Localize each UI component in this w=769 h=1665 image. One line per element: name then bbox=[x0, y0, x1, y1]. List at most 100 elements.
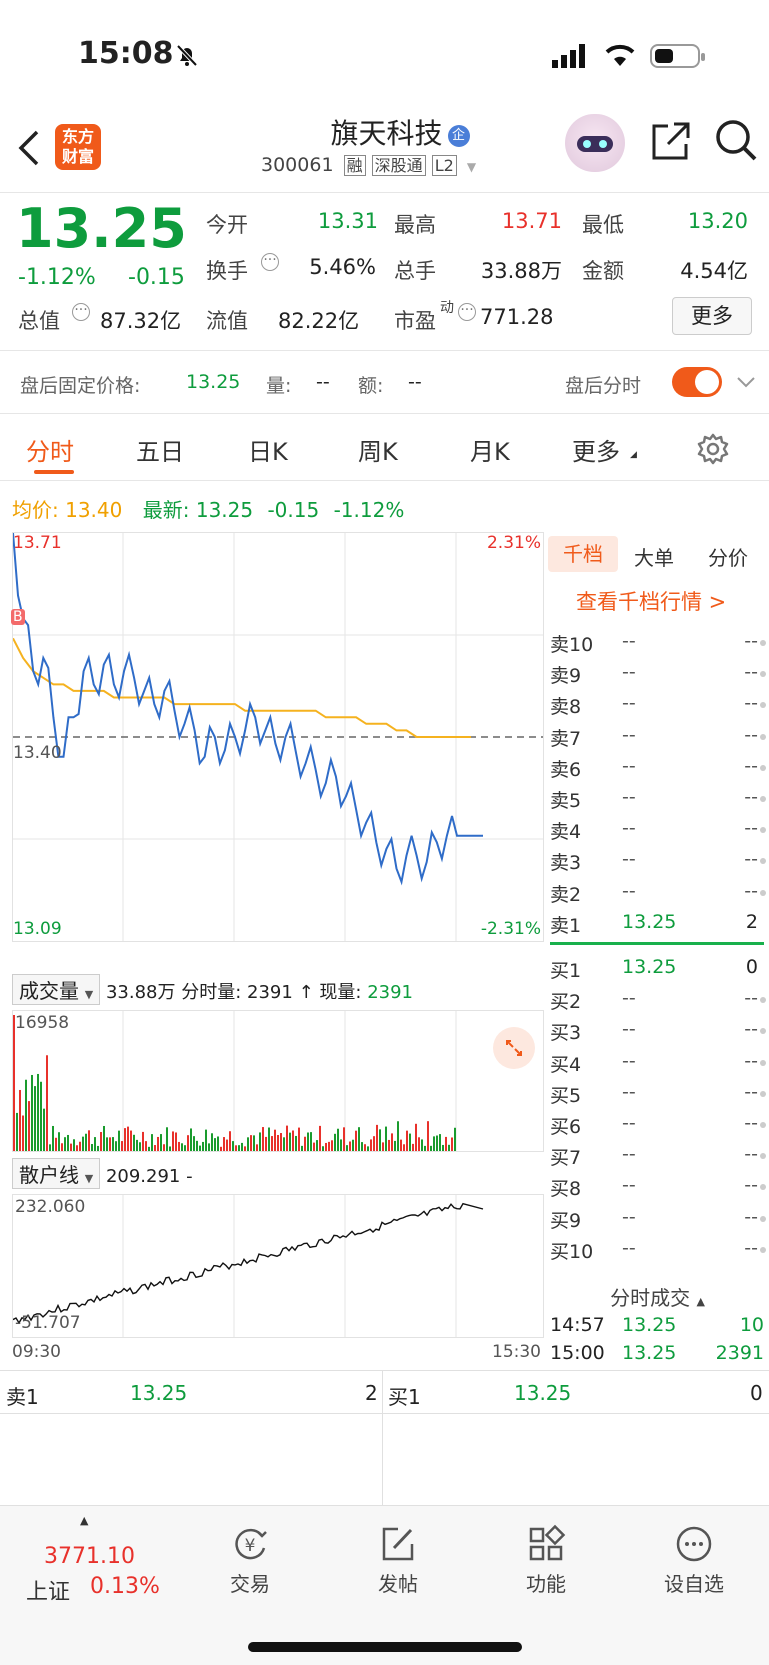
book-volume: -- bbox=[744, 879, 758, 902]
logo-text-1: 东方 bbox=[61, 127, 94, 146]
app-logo[interactable]: 东方 财富 bbox=[55, 124, 101, 170]
more-button[interactable]: 更多 bbox=[672, 297, 752, 335]
tab-weekly-k[interactable]: 周K bbox=[358, 432, 398, 467]
chart-bottom-price: 13.09 bbox=[13, 919, 62, 939]
volume-selector[interactable]: 成交量 ▼ bbox=[12, 974, 101, 1005]
volume-bar bbox=[121, 1141, 123, 1151]
volume-bar bbox=[301, 1145, 303, 1151]
index-ticker[interactable]: ▲ 3771.10 上证 0.13% bbox=[20, 1514, 170, 1605]
home-indicator bbox=[248, 1642, 522, 1652]
volume-bar bbox=[94, 1137, 96, 1151]
dot-icon bbox=[760, 1215, 766, 1222]
tab-monthly-k[interactable]: 月K bbox=[470, 432, 510, 467]
volume-bar bbox=[403, 1144, 405, 1151]
tab-fenjia[interactable]: 分价 bbox=[708, 542, 748, 571]
tab-daily-k[interactable]: 日K bbox=[248, 432, 288, 467]
tag-rong: 融 bbox=[343, 155, 366, 176]
volume-bar bbox=[406, 1130, 408, 1151]
volume-bar bbox=[64, 1137, 66, 1151]
volume-bar bbox=[43, 1108, 45, 1151]
volume-bar bbox=[214, 1138, 216, 1151]
volume-bar bbox=[394, 1140, 396, 1151]
qiandang-link[interactable]: 查看千档行情 > bbox=[576, 586, 726, 616]
volume-bar bbox=[400, 1139, 402, 1151]
share-icon[interactable] bbox=[650, 120, 692, 162]
volume-bar bbox=[322, 1146, 324, 1151]
chart-top-pct: 2.31% bbox=[486, 533, 541, 553]
book-row: 卖7 -- -- bbox=[550, 722, 766, 752]
volume-chart[interactable]: 16958 bbox=[12, 1010, 544, 1152]
book-volume: -- bbox=[744, 848, 758, 871]
avg-label: 均价: bbox=[12, 498, 59, 522]
volume-bar bbox=[154, 1145, 156, 1151]
volume-bar bbox=[229, 1131, 231, 1151]
dot-icon bbox=[760, 997, 766, 1004]
info-icon[interactable]: ··· bbox=[72, 303, 90, 321]
float-value: 82.22亿 bbox=[278, 309, 360, 333]
expand-icon[interactable] bbox=[493, 1027, 535, 1069]
book-row: 卖4 -- -- bbox=[550, 815, 766, 845]
volume-bar bbox=[217, 1136, 219, 1151]
index-value: 3771.10 bbox=[44, 1544, 135, 1569]
trades-title-row[interactable]: 分时成交 ▲ bbox=[546, 1282, 769, 1311]
info-icon[interactable]: ··· bbox=[458, 303, 476, 321]
trade-row: 15:00 13.25 2391 bbox=[550, 1342, 764, 1370]
robot-avatar-icon[interactable] bbox=[565, 114, 625, 172]
index-pct: 0.13% bbox=[90, 1574, 160, 1599]
stock-code-row: 300061 融 深股通 L2 ▼ bbox=[261, 152, 476, 176]
dropdown-caret-icon[interactable]: ▼ bbox=[467, 160, 476, 174]
volume-bar bbox=[445, 1136, 447, 1151]
dot-icon bbox=[760, 1153, 766, 1160]
high-label: 最高 bbox=[394, 213, 436, 237]
tab-more[interactable]: 更多 bbox=[572, 432, 620, 467]
volume-bar bbox=[196, 1140, 198, 1151]
book-level-label: 买2 bbox=[550, 991, 582, 1014]
retail-selector[interactable]: 散户线 ▼ bbox=[12, 1158, 101, 1189]
back-arrow-icon[interactable] bbox=[18, 130, 40, 166]
book-row: 买8 -- -- bbox=[550, 1172, 766, 1202]
volume-bar bbox=[256, 1144, 258, 1151]
tab-dadan[interactable]: 大单 bbox=[634, 542, 674, 571]
nav-trade[interactable]: ¥ 交易 bbox=[210, 1524, 290, 1597]
volume-bar bbox=[442, 1144, 444, 1151]
book-level-label: 买7 bbox=[550, 1147, 582, 1170]
turnover-value: 5.46% bbox=[309, 255, 376, 279]
nav-function[interactable]: 功能 bbox=[506, 1524, 586, 1597]
tab-qiandang[interactable]: 千档 bbox=[548, 536, 618, 572]
after-hours-bar: 盘后固定价格: 13.25 量: -- 额: -- 盘后分时 bbox=[0, 351, 769, 413]
book-price: -- bbox=[622, 848, 636, 871]
volume-bar bbox=[268, 1127, 270, 1151]
low-label: 最低 bbox=[582, 213, 624, 237]
book-volume: 0 bbox=[745, 956, 758, 978]
volume-bar bbox=[286, 1125, 288, 1151]
volume-bar bbox=[346, 1145, 348, 1151]
amount-label: 金额 bbox=[582, 259, 624, 283]
price-chart[interactable]: 13.71 2.31% 13.40 13.09 -2.31% B bbox=[11, 532, 544, 942]
info-icon[interactable]: ··· bbox=[261, 253, 279, 271]
nav-watchlist[interactable]: 设自选 bbox=[654, 1524, 734, 1597]
volume-bar bbox=[325, 1142, 327, 1151]
nav-post[interactable]: 发帖 bbox=[358, 1524, 438, 1597]
buy-marker[interactable]: B bbox=[11, 609, 25, 625]
trade-price: 13.25 bbox=[622, 1314, 677, 1336]
settings-gear-icon[interactable] bbox=[696, 432, 730, 466]
dot-icon bbox=[760, 1028, 766, 1035]
volume-bar bbox=[16, 1112, 18, 1151]
volume-bar bbox=[265, 1136, 267, 1151]
fsl-value: 2391 bbox=[247, 982, 293, 1003]
book-price: -- bbox=[622, 723, 636, 746]
book-level-label: 卖7 bbox=[550, 727, 582, 750]
search-icon[interactable] bbox=[714, 118, 758, 162]
retail-chart[interactable]: 232.060 -51.707 bbox=[12, 1194, 544, 1338]
tab-intraday[interactable]: 分时 bbox=[26, 432, 74, 467]
price-line bbox=[13, 533, 483, 886]
volume-bar bbox=[118, 1130, 120, 1151]
tab-5day[interactable]: 五日 bbox=[136, 432, 184, 467]
volume-bar bbox=[337, 1128, 339, 1151]
trade-price: 13.25 bbox=[622, 1342, 677, 1364]
volume-bar bbox=[211, 1133, 213, 1151]
chevron-down-icon[interactable] bbox=[736, 375, 756, 389]
bq-sell-price: 13.25 bbox=[130, 1381, 188, 1405]
book-row: 买4 -- -- bbox=[550, 1048, 766, 1078]
after-hours-toggle[interactable] bbox=[672, 367, 722, 397]
